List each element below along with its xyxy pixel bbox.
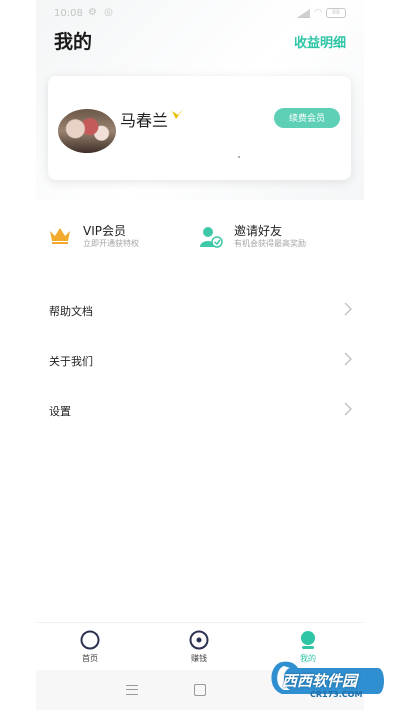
- profile-card[interactable]: [48, 76, 351, 180]
- earnings-details-link[interactable]: 收益明细: [294, 32, 346, 51]
- profile-icon: [301, 631, 315, 649]
- status-bar: 10:08 ⚙ ◎ ◠ 88: [36, 6, 364, 22]
- home-button-icon[interactable]: [194, 684, 206, 696]
- vip-title: VIP会员: [83, 224, 126, 238]
- chevron-right-icon: [344, 352, 352, 366]
- vip-subtitle: 立即开通获特权: [83, 239, 139, 248]
- tab-label: 赚钱: [191, 654, 207, 663]
- verified-check-icon: [172, 108, 184, 119]
- crown-icon: [50, 228, 70, 244]
- status-indicators: ◠ 88: [298, 8, 346, 18]
- user-name: 马春兰: [120, 111, 169, 130]
- chevron-right-icon: [344, 302, 352, 316]
- card-dot: [238, 156, 240, 158]
- tab-earn[interactable]: 赚钱: [164, 630, 234, 664]
- watermark-text: 西西软件园: [282, 672, 358, 690]
- vip-membership-entry[interactable]: VIP会员 立即开通获特权: [48, 221, 188, 253]
- signal-icon: [298, 8, 311, 18]
- menu-item-settings[interactable]: 设置: [48, 395, 352, 425]
- status-time: 10:08: [54, 8, 83, 19]
- menu-item-label: 关于我们: [49, 355, 93, 368]
- add-user-icon: [200, 227, 223, 248]
- avatar[interactable]: [58, 109, 116, 153]
- notification-icons: ⚙ ◎: [88, 7, 115, 18]
- home-circle-icon: [80, 630, 100, 650]
- menu-item-label: 帮助文档: [49, 305, 93, 318]
- invite-title: 邀请好友: [234, 224, 283, 238]
- battery-icon: 88: [326, 8, 346, 18]
- tab-home[interactable]: 首页: [55, 630, 125, 664]
- menu-item-about-us[interactable]: 关于我们: [48, 345, 352, 375]
- phone-screen: 10:08 ⚙ ◎ ◠ 88 我的 收益明细 马春兰 续费会员 VIP会员 立即…: [36, 0, 364, 710]
- tab-label: 首页: [82, 654, 98, 663]
- chevron-right-icon: [344, 402, 352, 416]
- earn-icon: [189, 630, 209, 650]
- menu-item-label: 设置: [49, 405, 71, 418]
- invite-friends-entry[interactable]: 邀请好友 有机会获得最高奖励: [199, 221, 349, 253]
- menu-icon[interactable]: [126, 685, 138, 695]
- renew-membership-button[interactable]: 续费会员: [274, 108, 340, 128]
- watermark-logo: 西西软件园 CR173.COM: [268, 658, 388, 700]
- menu-item-help-docs[interactable]: 帮助文档: [48, 295, 352, 325]
- watermark-url: CR173.COM: [310, 690, 363, 699]
- invite-subtitle: 有机会获得最高奖励: [234, 239, 306, 248]
- page-title: 我的: [54, 31, 93, 53]
- wifi-icon: ◠: [314, 8, 322, 18]
